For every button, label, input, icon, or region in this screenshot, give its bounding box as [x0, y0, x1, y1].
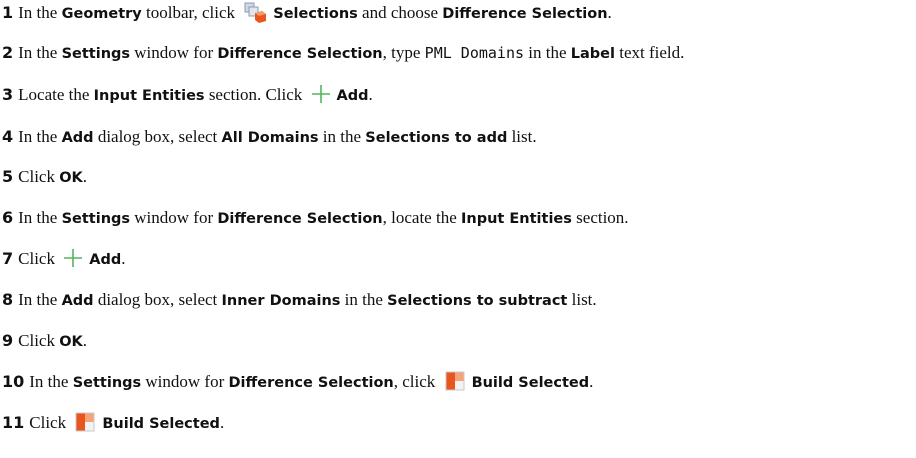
build-selected-icon	[444, 370, 466, 392]
build-selected-icon	[74, 411, 96, 433]
body-text: and choose	[357, 3, 443, 22]
ui-element-label: Add	[336, 88, 369, 104]
body-text: list.	[567, 290, 597, 309]
body-text: toolbar, click	[141, 3, 240, 22]
body-text: .	[219, 413, 225, 432]
ui-element-label: Build Selected	[471, 375, 590, 391]
body-text: Click	[18, 167, 60, 186]
ui-element-label: Input Entities	[93, 88, 205, 104]
step-number: 5	[2, 167, 14, 186]
step-9: 9 Click OK.	[2, 328, 87, 354]
step-number: 10	[2, 372, 25, 391]
body-text: in the	[340, 290, 388, 309]
ui-element-label: Add	[89, 252, 122, 268]
ui-element-label: Input Entities	[461, 211, 572, 227]
body-text: Click	[18, 331, 60, 350]
step-3: 3 Locate the Input Entities section. Clic…	[2, 82, 373, 108]
ui-element-label: Difference Selection	[217, 211, 383, 227]
step-8: 8 In the Add dialog box, select Inner Dom…	[2, 287, 597, 313]
ui-element-label: Selections to add	[365, 130, 508, 146]
body-text: window for	[141, 372, 229, 391]
body-text: .	[589, 372, 594, 391]
step-6: 6 In the Settings window for Difference S…	[2, 205, 629, 231]
body-text: window for	[130, 208, 218, 227]
step-number: 11	[2, 413, 25, 432]
step-number: 3	[2, 85, 14, 104]
step-5: 5 Click OK.	[2, 164, 87, 190]
ui-element-label: OK	[59, 334, 83, 350]
ui-element-label: Build Selected	[102, 416, 220, 432]
body-text: list.	[507, 127, 537, 146]
body-text: .	[368, 85, 373, 104]
step-number: 8	[2, 290, 14, 309]
body-text: Click	[18, 249, 60, 268]
ui-element-label: Label	[570, 46, 615, 62]
body-text: In the	[18, 290, 62, 309]
body-text: In the	[18, 43, 62, 62]
body-text: window for	[130, 43, 218, 62]
body-text: .	[82, 167, 88, 186]
ui-element-label: Settings	[72, 375, 142, 391]
step-4: 4 In the Add dialog box, select All Domai…	[2, 124, 537, 150]
step-10: 10 In the Settings window for Difference …	[2, 369, 593, 395]
body-text: , click	[393, 372, 440, 391]
ui-element-label: Settings	[61, 211, 131, 227]
selections-icon	[243, 1, 267, 23]
body-text: dialog box, select	[93, 127, 222, 146]
ui-element-label: OK	[59, 170, 83, 186]
step-11: 11 Click Build Selected.	[2, 410, 224, 436]
ui-element-label: Inner Domains	[221, 293, 341, 309]
ui-element-label: Geometry	[61, 6, 142, 22]
body-text: section. Click	[204, 85, 307, 104]
body-text: text field.	[614, 43, 685, 62]
step-number: 4	[2, 127, 14, 146]
step-number: 1	[2, 3, 14, 22]
ui-element-label: Selections	[273, 6, 358, 22]
body-text: .	[607, 3, 612, 22]
step-number: 9	[2, 331, 14, 350]
ui-element-label: Difference Selection	[228, 375, 394, 391]
body-text: In the	[18, 127, 62, 146]
ui-element-label: Selections to subtract	[387, 293, 568, 309]
add-plus-icon	[63, 248, 83, 268]
body-text: In the	[29, 372, 73, 391]
body-text: In the	[18, 208, 62, 227]
step-1: 1 In the Geometry toolbar, click Selectio…	[2, 0, 612, 26]
body-text: dialog box, select	[93, 290, 222, 309]
ui-element-label: Settings	[61, 46, 131, 62]
body-text: , locate the	[382, 208, 461, 227]
step-number: 6	[2, 208, 14, 227]
body-text: .	[121, 249, 126, 268]
step-number: 2	[2, 43, 14, 62]
step-2: 2 In the Settings window for Difference S…	[2, 40, 684, 66]
ui-element-label: Add	[61, 130, 94, 146]
ui-element-label: Difference Selection	[217, 46, 383, 62]
body-text: section.	[571, 208, 629, 227]
body-text: , type	[382, 43, 425, 62]
body-text: In the	[18, 3, 62, 22]
ui-element-label: Difference Selection	[442, 6, 608, 22]
ui-element-label: All Domains	[221, 130, 319, 146]
body-text: Click	[29, 413, 71, 432]
step-number: 7	[2, 249, 14, 268]
add-plus-icon	[311, 84, 331, 104]
body-text: .	[82, 331, 88, 350]
body-text: in the	[524, 43, 571, 62]
ui-element-label: Add	[61, 293, 94, 309]
step-7: 7 Click Add.	[2, 246, 125, 272]
typed-input-value: PML Domains	[424, 44, 525, 62]
body-text: in the	[318, 127, 366, 146]
body-text: Locate the	[18, 85, 94, 104]
